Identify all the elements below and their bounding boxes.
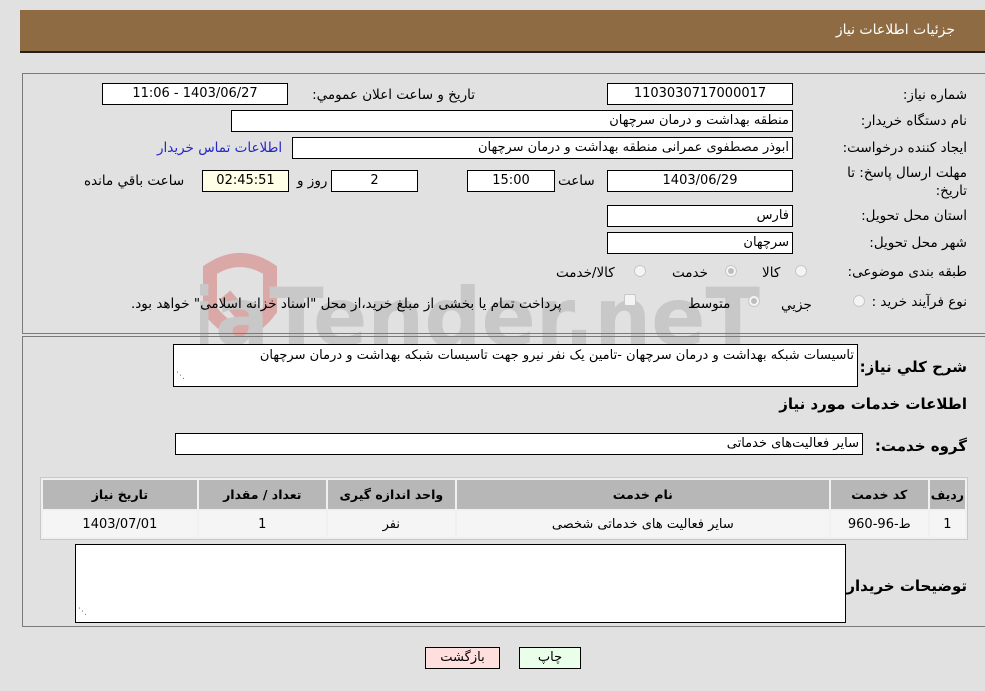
category-radio-goods[interactable] [795,265,807,277]
days-remaining-field[interactable]: 2 [331,170,418,192]
buyer-org-field[interactable]: منطقه بهداشت و درمان سرچهان [231,110,793,132]
deadline-time-field[interactable]: 15:00 [467,170,555,192]
category-radio-goods-service[interactable] [634,265,646,277]
category-label: طبقه بندی موضوعی: [847,264,967,280]
service-group-label: گروه خدمت: [874,437,967,455]
province-label: استان محل تحویل: [861,208,967,224]
purchase-type-radio-minor[interactable] [853,295,865,307]
province-field[interactable]: فارس [607,205,793,227]
service-group-field[interactable]: سایر فعالیت‌های خدماتی [175,433,863,455]
col-header-quantity: تعداد / مقدار [198,480,326,509]
category-option-service: خدمت [672,265,708,281]
city-label: شهر محل تحویل: [869,235,967,251]
buyer-contact-link[interactable]: اطلاعات تماس خریدار [157,140,282,156]
announce-datetime-field[interactable]: 1403/06/27 - 11:06 [102,83,288,105]
requester-field[interactable]: ابوذر مصطفوی عمرانی منطقه بهداشت و درمان… [292,137,793,159]
deadline-label: مهلت ارسال پاسخ: تا تاریخ: [847,164,967,200]
treasury-checkbox[interactable] [624,294,636,306]
table-row: 1 ط-96-960 سایر فعالیت های خدماتی شخصی ن… [43,511,965,537]
col-header-unit: واحد اندازه گیری [327,480,455,509]
requester-label: ایجاد کننده درخواست: [842,140,967,156]
col-header-row-number: ردیف [929,480,965,509]
cell-service-code: ط-96-960 [830,511,928,537]
purchase-type-label: نوع فرآیند خرید : [871,294,967,310]
resize-grip-icon[interactable]: ⋱ [176,368,185,385]
cell-unit: نفر [327,511,455,537]
announce-datetime-label: تاریخ و ساعت اعلان عمومي: [312,87,475,103]
category-option-goods-service: کالا/خدمت [556,265,615,281]
buyer-notes-label: توضیحات خریدار: [840,577,967,595]
deadline-label-line1: مهلت ارسال پاسخ: تا [847,165,967,181]
need-number-label: شماره نیاز: [902,87,967,103]
col-header-need-date: تاریخ نیاز [43,480,197,509]
category-option-goods: کالا [762,265,781,281]
description-textarea[interactable]: تاسیسات شبکه بهداشت و درمان سرچهان -تامی… [173,344,858,387]
services-table-header-row: ردیف کد خدمت نام خدمت واحد اندازه گیری ت… [43,480,965,509]
buyer-notes-textarea[interactable]: ⋱ [75,544,846,623]
cell-row-number: 1 [929,511,965,537]
col-header-service-name: نام خدمت [456,480,829,509]
services-section-title: اطلاعات خدمات مورد نیاز [779,395,967,413]
page-title: جزئیات اطلاعات نیاز [835,22,955,38]
category-radio-service[interactable] [725,265,737,277]
page-header: جزئیات اطلاعات نیاز [20,10,985,53]
deadline-time-label: ساعت [558,173,595,189]
cell-service-name: سایر فعالیت های خدماتی شخصی [456,511,829,537]
col-header-service-code: کد خدمت [830,480,928,509]
back-button[interactable]: بازگشت [425,647,500,669]
services-table: ردیف کد خدمت نام خدمت واحد اندازه گیری ت… [40,477,968,540]
cell-quantity: 1 [198,511,326,537]
buyer-org-label: نام دستگاه خریدار: [860,113,967,129]
print-button[interactable]: چاپ [519,647,581,669]
need-number-field[interactable]: 1103030717000017 [607,83,793,105]
city-field[interactable]: سرچهان [607,232,793,254]
purchase-type-option-minor: جزيي [781,297,812,313]
time-remaining-field[interactable]: 02:45:51 [202,170,289,192]
treasury-note: پرداخت تمام یا بخشی از مبلغ خرید،از محل … [131,296,562,312]
description-text: تاسیسات شبکه بهداشت و درمان سرچهان -تامی… [259,348,854,363]
description-label: شرح کلي نیاز: [859,358,967,376]
resize-grip-icon[interactable]: ⋱ [78,604,87,621]
deadline-label-line2: تاریخ: [935,183,967,199]
purchase-type-option-medium: متوسط [688,296,731,312]
days-label: روز و [297,173,328,189]
deadline-date-field[interactable]: 1403/06/29 [607,170,793,192]
time-remaining-label: ساعت باقي مانده [84,173,185,189]
cell-need-date: 1403/07/01 [43,511,197,537]
purchase-type-radio-medium[interactable] [748,295,760,307]
